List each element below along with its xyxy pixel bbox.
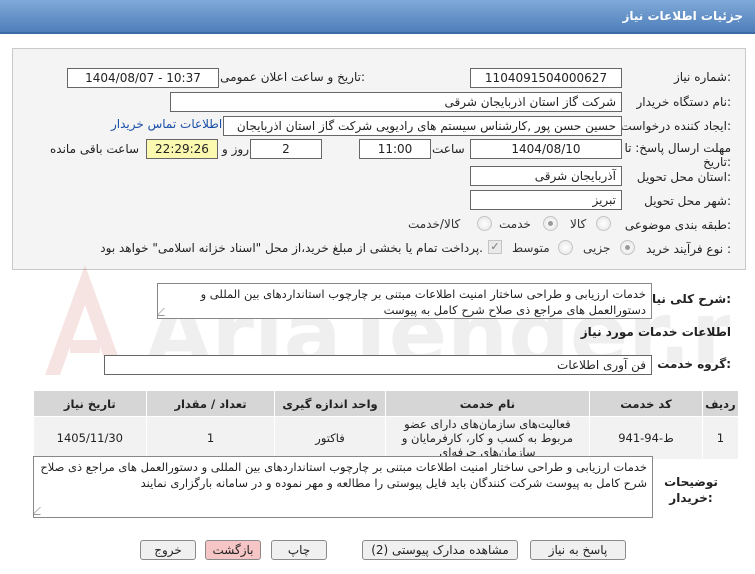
cell-date: 1405/11/30	[33, 416, 147, 460]
summary-text: خدمات ارزیابی و طراحی ساختار امنیت اطلاع…	[200, 287, 646, 317]
province-field: آذربایجان شرقی	[470, 166, 622, 186]
deadline-label: مهلت ارسال پاسخ: تا تاریخ:	[624, 141, 731, 169]
table-row: 1 ط-94-941 فعالیت‌های سازمان‌های دارای ع…	[33, 416, 740, 460]
category-radio-service[interactable]	[543, 216, 558, 231]
city-label: شهر محل تحویل:	[644, 194, 731, 208]
title-bar: جزئیات اطلاعات نیاز	[0, 0, 755, 34]
category-label: طبقه بندی موضوعی:	[624, 218, 731, 232]
process-option-medium: متوسط	[512, 241, 550, 255]
need-number-label: شماره نیاز:	[673, 70, 731, 84]
reply-button[interactable]: پاسخ به نیاز	[530, 540, 626, 560]
buyer-label: نام دستگاه خریدار:	[636, 95, 732, 109]
col-row: ردیف	[701, 390, 740, 417]
cell-qty: 1	[145, 416, 276, 460]
category-option-goods: کالا	[570, 217, 587, 231]
services-table: ردیف کد خدمت نام خدمت واحد اندازه گیری ت…	[33, 390, 740, 460]
buyer-contact-link[interactable]: اطلاعات تماس خریدار	[111, 117, 222, 131]
creator-label: ایجاد کننده درخواست:	[620, 119, 731, 133]
category-option-goods-service: کالا/خدمت	[408, 217, 461, 231]
deadline-time-field: 11:00	[359, 139, 431, 159]
service-group-label: گروه خدمت:	[657, 357, 731, 371]
remaining-time-field: 22:29:26	[146, 139, 218, 159]
need-number-field: 1104091504000627	[470, 68, 622, 88]
page-title: جزئیات اطلاعات نیاز	[622, 9, 743, 23]
col-qty: تعداد / مقدار	[145, 390, 276, 417]
days-label: روز و	[222, 142, 249, 156]
category-radio-goods-service[interactable]	[477, 216, 492, 231]
remaining-label: ساعت باقی مانده	[50, 142, 140, 156]
buyer-notes-label: توضیحات خریدار:	[664, 475, 718, 505]
process-radio-medium[interactable]	[558, 240, 573, 255]
col-date: تاریخ نیاز	[33, 390, 147, 417]
cell-code: ط-94-941	[589, 416, 703, 460]
table-header-row: ردیف کد خدمت نام خدمت واحد اندازه گیری ت…	[33, 390, 740, 417]
process-label: نوع فرآیند خرید :	[646, 242, 731, 256]
province-label: استان محل تحویل:	[636, 170, 731, 184]
city-field: تبریز	[470, 190, 622, 210]
days-field: 2	[250, 139, 322, 159]
process-radio-minor[interactable]	[620, 240, 635, 255]
services-heading: اطلاعات خدمات مورد نیاز	[580, 325, 731, 339]
category-option-service: خدمت	[499, 217, 531, 231]
back-button[interactable]: بازگشت	[205, 540, 261, 560]
service-group-field: فن آوری اطلاعات	[104, 355, 652, 375]
exit-button[interactable]: خروج	[140, 540, 196, 560]
resize-grip-icon[interactable]	[34, 507, 48, 515]
deadline-date-field: 1404/08/10	[470, 139, 622, 159]
col-code: کد خدمت	[589, 390, 703, 417]
col-name: نام خدمت	[384, 390, 591, 417]
summary-label: شرح کلی نیاز:	[645, 292, 731, 306]
summary-textarea[interactable]: خدمات ارزیابی و طراحی ساختار امنیت اطلاع…	[157, 283, 652, 319]
announce-label: تاریخ و ساعت اعلان عمومی:	[220, 70, 365, 84]
treasury-checkbox[interactable]: ✓	[488, 240, 502, 254]
cell-row: 1	[701, 416, 740, 460]
buyer-field: شرکت گاز استان اذربایجان شرقی	[170, 92, 622, 112]
deadline-time-label: ساعت	[432, 142, 465, 156]
announce-field: 1404/08/07 - 10:37	[67, 68, 219, 88]
cell-name: فعالیت‌های سازمان‌های دارای عضو مربوط به…	[384, 416, 591, 460]
print-button[interactable]: چاپ	[271, 540, 327, 560]
cell-unit: فاکتور	[274, 416, 386, 460]
resize-grip-icon[interactable]	[158, 308, 172, 316]
process-option-minor: جزیی	[583, 241, 611, 255]
attachments-button[interactable]: مشاهده مدارک پیوستی (2)	[362, 540, 518, 560]
creator-field: حسین حسن پور ,کارشناس سیستم های رادیویی …	[223, 116, 622, 136]
payment-note: پرداخت تمام یا بخشی از مبلغ خرید،از محل …	[100, 241, 483, 255]
category-radio-goods[interactable]	[596, 216, 611, 231]
buyer-notes-textarea[interactable]: خدمات ارزیابی و طراحی ساختار امنیت اطلاع…	[33, 456, 653, 518]
buyer-notes-text: خدمات ارزیابی و طراحی ساختار امنیت اطلاع…	[40, 460, 647, 490]
col-unit: واحد اندازه گیری	[274, 390, 386, 417]
